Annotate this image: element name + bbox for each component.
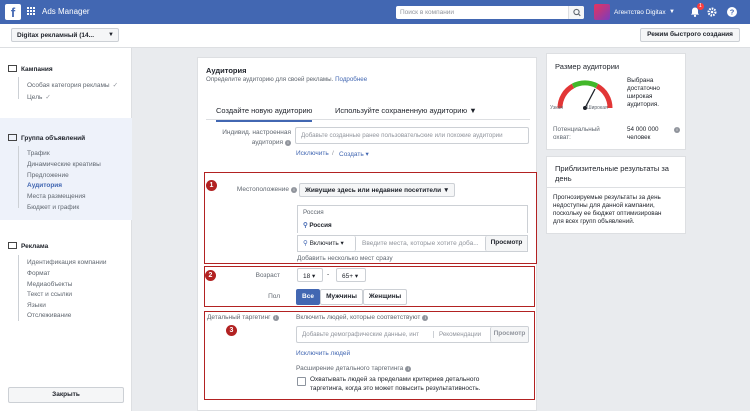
- sidebar-item-media[interactable]: Медиаобъекты: [27, 281, 72, 288]
- check-icon: ✓: [112, 82, 119, 89]
- audience-title: Аудитория: [206, 66, 247, 75]
- check-icon: ✓: [45, 94, 51, 101]
- info-icon[interactable]: i: [674, 127, 680, 133]
- highlight-box-age-gender: [204, 266, 535, 307]
- avatar: [594, 4, 610, 20]
- marker-2: 2: [205, 270, 216, 281]
- exclude-link[interactable]: Исключить: [296, 150, 329, 157]
- info-icon[interactable]: i: [285, 140, 291, 146]
- sidebar-item-languages[interactable]: Языки: [27, 302, 46, 309]
- highlight-box-detailed-targeting: [204, 311, 535, 400]
- divider: [547, 187, 685, 188]
- ad-account-selector[interactable]: Digitax рекламный (14... ▼: [11, 28, 119, 42]
- sidebar-item-identity[interactable]: Идентификация компании: [27, 259, 107, 266]
- close-button[interactable]: Закрыть: [8, 387, 124, 403]
- sidebar-item-traffic[interactable]: Трафик: [27, 150, 50, 157]
- sidebar-item-placements[interactable]: Места размещения: [27, 193, 86, 200]
- sidebar-campaign-heading[interactable]: Кампания: [8, 65, 53, 73]
- sidebar-item-budget[interactable]: Бюджет и график: [27, 204, 79, 211]
- estimated-results-card: Приблизительные результаты за день Прогно…: [546, 156, 686, 234]
- nav-line: [18, 77, 19, 99]
- ad-account-name: Digitax рекламный (14...: [17, 32, 95, 39]
- search-button[interactable]: [568, 6, 584, 19]
- chevron-down-icon: ▼: [469, 106, 477, 115]
- sidebar: Кампания Особая категория рекламы ✓ Цель ✓…: [0, 48, 132, 411]
- sidebar-adset-heading[interactable]: Группа объявлений: [8, 134, 85, 142]
- audience-size-card: Размер аудитории Узкая Широкая Выбрана до…: [546, 53, 686, 150]
- learn-more-link[interactable]: Подробнее: [335, 76, 367, 83]
- search-input[interactable]: Поиск в компании: [396, 6, 584, 19]
- gauge-narrow-label: Узкая: [550, 105, 563, 111]
- campaign-icon: [8, 65, 17, 72]
- facebook-logo-icon[interactable]: f: [5, 4, 21, 20]
- account-name: Агентство Digitax: [614, 9, 666, 16]
- separator: /: [332, 150, 334, 157]
- app-title: Ads Manager: [42, 7, 90, 16]
- highlight-box-location: [204, 172, 537, 264]
- search-placeholder: Поиск в компании: [400, 9, 455, 16]
- sidebar-item-audience[interactable]: Аудитория: [27, 182, 62, 189]
- estimated-results-title: Приблизительные результаты за день: [555, 164, 669, 183]
- custom-audience-input[interactable]: Добавьте созданные ранее пользовательски…: [295, 127, 529, 144]
- audience-size-title: Размер аудитории: [555, 62, 620, 71]
- nav-line: [18, 255, 19, 321]
- sidebar-item-special-category[interactable]: Особая категория рекламы ✓: [27, 81, 118, 89]
- sidebar-item-offer[interactable]: Предложение: [27, 172, 69, 179]
- audience-subtitle: Определите аудиторию для своей рекламы. …: [206, 76, 368, 83]
- adset-icon: [8, 134, 17, 141]
- help-icon[interactable]: ?: [726, 6, 738, 18]
- chevron-down-icon: ▼: [669, 9, 675, 15]
- sidebar-item-tracking[interactable]: Отслеживание: [27, 312, 71, 319]
- potential-reach-value: 54 000 000 человек: [627, 126, 659, 141]
- create-audience-link[interactable]: Создать ▾: [339, 150, 369, 158]
- search-icon: [573, 8, 581, 17]
- quick-create-button[interactable]: Режим быстрого создания: [640, 28, 740, 42]
- sidebar-item-format[interactable]: Формат: [27, 270, 50, 277]
- sidebar-item-text[interactable]: Текст и ссылки: [27, 291, 72, 298]
- sidebar-item-objective[interactable]: Цель ✓: [27, 93, 51, 101]
- marker-3: 3: [226, 325, 237, 336]
- tab-saved-audience[interactable]: Используйте сохраненную аудиторию ▼: [335, 106, 477, 115]
- gauge-broad-label: Широкая: [587, 105, 608, 111]
- potential-reach-label: Потенциальный охват:: [553, 126, 600, 141]
- audience-size-description: Выбрана достаточно широкая аудитория.: [627, 77, 660, 108]
- estimated-results-text: Прогнозируемые результаты за день недосту…: [553, 194, 662, 225]
- custom-audience-label: Индивид. настроенная аудитория i: [222, 129, 291, 146]
- chevron-down-icon: ▼: [108, 32, 114, 38]
- marker-1: 1: [206, 180, 217, 191]
- sidebar-item-dynamic-creative[interactable]: Динамические креативы: [27, 161, 101, 168]
- nav-line: [18, 146, 19, 208]
- ad-icon: [8, 242, 17, 249]
- sub-toolbar: Digitax рекламный (14... ▼ Режим быстрого…: [0, 24, 750, 48]
- tab-create-new-audience[interactable]: Создайте новую аудиторию: [216, 106, 313, 122]
- notification-badge: 1: [697, 3, 704, 10]
- gear-icon[interactable]: [706, 6, 718, 18]
- svg-text:?: ?: [730, 8, 735, 17]
- sidebar-ad-heading[interactable]: Реклама: [8, 242, 48, 250]
- top-bar: f Ads Manager Поиск в компании Агентство…: [0, 0, 750, 24]
- audience-tabs: Создайте новую аудиторию Используйте сох…: [206, 100, 530, 122]
- apps-menu-icon[interactable]: [27, 7, 36, 16]
